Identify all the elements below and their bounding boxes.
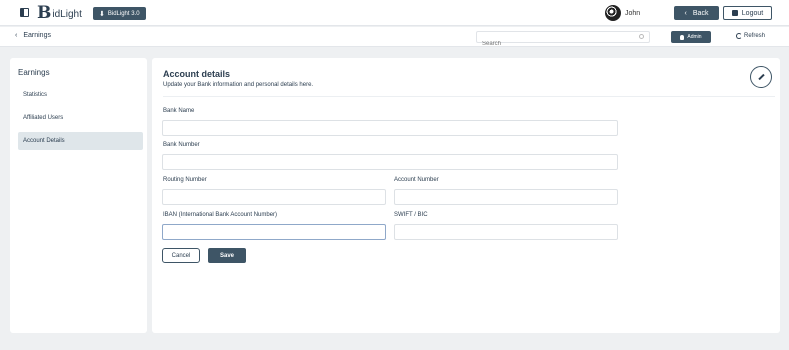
sidebar-item-affiliated-users[interactable]: Affiliated Users [18, 109, 143, 127]
swift-label: SWIFT / BIC [394, 212, 428, 218]
logout-label: Logout [741, 9, 764, 17]
iban-label: IBAN (International Bank Account Number) [163, 212, 278, 218]
version-download-button[interactable]: ⬇ BidLight 3.0 [93, 7, 146, 20]
sidebar-item-statistics[interactable]: Statistics [18, 86, 143, 104]
refresh-button[interactable]: Refresh [736, 33, 765, 39]
version-label: BidLight 3.0 [107, 10, 140, 17]
chevron-left-icon: ‹ [15, 32, 18, 39]
chevron-left-icon: ‹ [684, 9, 687, 17]
search-input[interactable] [477, 39, 627, 49]
bank-name-label: Bank Name [163, 108, 195, 114]
sub-bar: ‹ Earnings Admin Refresh [0, 27, 789, 49]
download-icon: ⬇ [99, 10, 105, 18]
search-icon [639, 34, 644, 39]
page-title: Account details [163, 69, 231, 79]
breadcrumb[interactable]: ‹ Earnings [15, 32, 51, 39]
top-bar: B idLight ⬇ BidLight 3.0 John ‹ Back Log… [0, 0, 789, 26]
user-menu[interactable]: John [605, 5, 640, 21]
admin-label: Admin [687, 34, 702, 40]
page-subtitle: Update your Bank information and persona… [163, 82, 314, 88]
logo[interactable]: B idLight [37, 4, 82, 22]
divider [163, 96, 775, 97]
pencil-icon [757, 73, 765, 81]
logo-text: idLight [52, 9, 82, 20]
cancel-button[interactable]: Cancel [162, 248, 200, 263]
back-label: Back [692, 9, 709, 17]
account-number-field[interactable] [394, 189, 618, 205]
admin-button[interactable]: Admin [671, 31, 711, 43]
refresh-label: Refresh [744, 33, 766, 39]
account-details-panel: Account details Update your Bank informa… [152, 58, 780, 333]
swift-field[interactable] [394, 224, 618, 240]
routing-number-field[interactable] [162, 189, 386, 205]
routing-number-label: Routing Number [163, 177, 207, 183]
user-icon [680, 34, 685, 40]
refresh-icon [736, 33, 742, 39]
sidebar-toggle-icon[interactable] [20, 8, 29, 17]
sidebar-title: Earnings [18, 68, 50, 77]
account-number-label: Account Number [394, 177, 439, 183]
logout-button[interactable]: Logout [723, 6, 772, 20]
bank-number-label: Bank Number [163, 142, 200, 148]
avatar [605, 5, 621, 21]
user-name: John [625, 9, 641, 17]
save-button[interactable]: Save [208, 248, 246, 263]
bank-name-field[interactable] [162, 120, 618, 136]
earnings-sidebar: Earnings Statistics Affiliated Users Acc… [10, 58, 147, 333]
bank-number-field[interactable] [162, 154, 618, 170]
sidebar-item-account-details[interactable]: Account Details [18, 132, 143, 150]
back-button[interactable]: ‹ Back [674, 6, 719, 20]
edit-button[interactable] [750, 66, 772, 88]
search-box[interactable] [476, 31, 650, 49]
logo-mark: B [37, 3, 52, 23]
logout-icon [731, 10, 738, 16]
iban-field[interactable] [162, 224, 386, 240]
breadcrumb-label: Earnings [23, 32, 51, 39]
